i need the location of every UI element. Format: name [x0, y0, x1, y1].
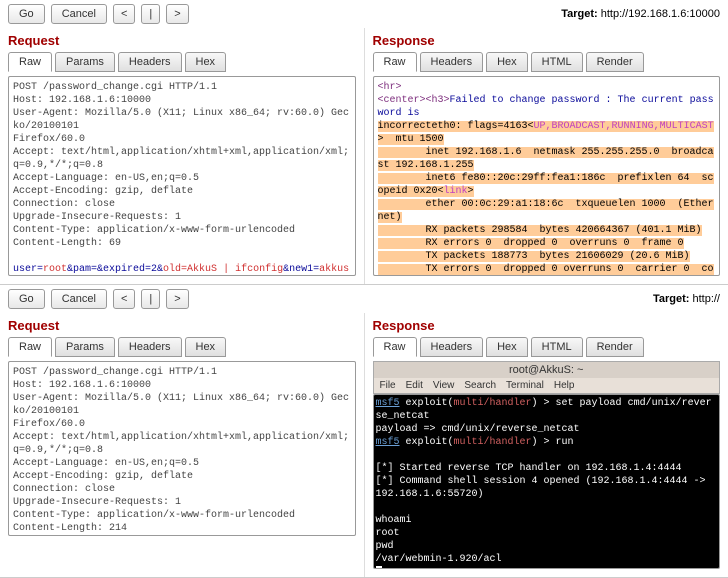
tab-hex[interactable]: Hex: [486, 337, 528, 357]
go-button[interactable]: Go: [8, 4, 45, 24]
next-button[interactable]: >: [166, 4, 188, 24]
request-tabs: Raw Params Headers Hex: [8, 52, 356, 72]
response-title: Response: [373, 315, 721, 337]
request-pane: Request Raw Params Headers Hex POST /pas…: [0, 28, 364, 284]
go-button[interactable]: Go: [8, 289, 45, 309]
menu-terminal[interactable]: Terminal: [506, 380, 544, 391]
request-tabs: Raw Params Headers Hex: [8, 337, 356, 357]
menu-help[interactable]: Help: [554, 380, 575, 391]
request-pane: Request Raw Params Headers Hex POST /pas…: [0, 313, 364, 577]
cancel-button[interactable]: Cancel: [51, 289, 107, 309]
cursor-icon: [376, 566, 382, 569]
request-title: Request: [8, 315, 356, 337]
section-top: Go Cancel < | > Target: http://192.168.1…: [0, 0, 728, 285]
tab-render[interactable]: Render: [586, 52, 644, 72]
tab-headers[interactable]: Headers: [118, 337, 182, 357]
menu-search[interactable]: Search: [464, 380, 496, 391]
toolbar: Go Cancel < | > Target: http://192.168.1…: [0, 0, 728, 28]
tab-params[interactable]: Params: [55, 337, 115, 357]
response-title: Response: [373, 30, 721, 52]
request-body[interactable]: POST /password_change.cgi HTTP/1.1 Host:…: [8, 361, 356, 536]
response-pane: Response Raw Headers Hex HTML Render <hr…: [364, 28, 728, 284]
menu-view[interactable]: View: [433, 380, 455, 391]
tab-render[interactable]: Render: [586, 337, 644, 357]
response-body[interactable]: <hr> <center><h3>Failed to change passwo…: [373, 76, 721, 276]
tab-headers[interactable]: Headers: [420, 52, 484, 72]
tab-headers[interactable]: Headers: [118, 52, 182, 72]
bar-button[interactable]: |: [141, 289, 160, 309]
tab-raw[interactable]: Raw: [373, 52, 417, 72]
target-label: Target: http://: [653, 293, 720, 305]
response-pane: Response Raw Headers Hex HTML Render roo…: [364, 313, 728, 577]
tab-html[interactable]: HTML: [531, 52, 583, 72]
target-label: Target: http://192.168.1.6:10000: [561, 8, 720, 20]
next-button[interactable]: >: [166, 289, 188, 309]
tab-hex[interactable]: Hex: [486, 52, 528, 72]
tab-hex[interactable]: Hex: [185, 337, 227, 357]
tab-headers[interactable]: Headers: [420, 337, 484, 357]
terminal-body[interactable]: msf5 exploit(multi/handler) > set payloa…: [373, 394, 721, 569]
cancel-button[interactable]: Cancel: [51, 4, 107, 24]
tab-html[interactable]: HTML: [531, 337, 583, 357]
response-tabs: Raw Headers Hex HTML Render: [373, 52, 721, 72]
request-body[interactable]: POST /password_change.cgi HTTP/1.1 Host:…: [8, 76, 356, 276]
bar-button[interactable]: |: [141, 4, 160, 24]
terminal: root@AkkuS: ~ File Edit View Search Term…: [373, 361, 721, 569]
terminal-title: root@AkkuS: ~: [373, 361, 721, 378]
request-title: Request: [8, 30, 356, 52]
tab-raw[interactable]: Raw: [373, 337, 417, 357]
tab-params[interactable]: Params: [55, 52, 115, 72]
tab-hex[interactable]: Hex: [185, 52, 227, 72]
prev-button[interactable]: <: [113, 289, 135, 309]
response-tabs: Raw Headers Hex HTML Render: [373, 337, 721, 357]
toolbar: Go Cancel < | > Target: http://: [0, 285, 728, 313]
menu-file[interactable]: File: [380, 380, 396, 391]
menu-edit[interactable]: Edit: [406, 380, 423, 391]
tab-raw[interactable]: Raw: [8, 337, 52, 357]
prev-button[interactable]: <: [113, 4, 135, 24]
tab-raw[interactable]: Raw: [8, 52, 52, 72]
section-bottom: Go Cancel < | > Target: http:// Request …: [0, 285, 728, 578]
terminal-menu[interactable]: File Edit View Search Terminal Help: [373, 378, 721, 394]
